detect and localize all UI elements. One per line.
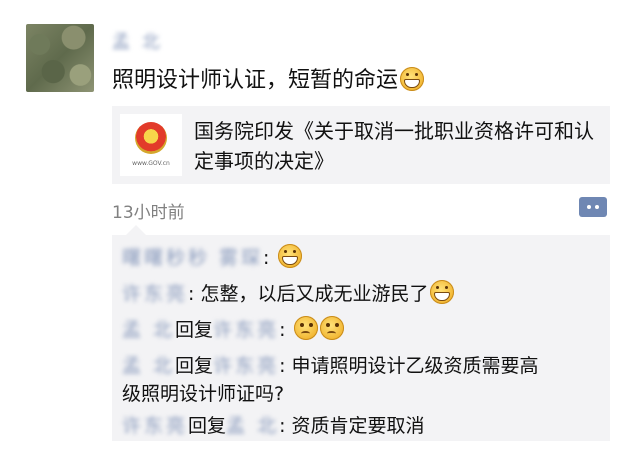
comment-text: 资质肯定要取消 bbox=[291, 415, 425, 437]
comment-row[interactable]: 曙曙秒秒 雾琛: bbox=[122, 243, 302, 270]
comment-separator: : bbox=[279, 355, 292, 377]
comment-row[interactable]: 许东亮回复孟 北: 资质肯定要取消 bbox=[122, 411, 425, 438]
comment-row[interactable]: 孟 北回复许东亮: bbox=[122, 315, 344, 342]
reply-word: 回复 bbox=[175, 319, 214, 341]
commenter-name[interactable]: 许东亮 bbox=[122, 279, 188, 306]
comment-text: 级照明设计师证吗? bbox=[122, 383, 285, 405]
comment-row[interactable]: 孟 北回复许东亮: 申请照明设计乙级资质需要高 bbox=[122, 351, 539, 378]
reply-word: 回复 bbox=[188, 415, 227, 437]
comment-text: 怎整，以后又成无业游民了 bbox=[200, 283, 429, 305]
reply-to-name[interactable]: 许东亮 bbox=[213, 351, 279, 378]
puzzled-icon bbox=[319, 316, 344, 340]
comment-separator: : bbox=[188, 283, 201, 305]
author-avatar[interactable] bbox=[26, 24, 94, 92]
shared-link-card[interactable]: www.GOV.cn 国务院印发《关于取消一批职业资格许可和认定事项的决定》 bbox=[112, 106, 610, 184]
comments-panel: 曙曙秒秒 雾琛: 许东亮: 怎整，以后又成无业游民了 孟 北回复许东亮: 孟 北… bbox=[112, 225, 610, 441]
comment-separator: : bbox=[279, 415, 292, 437]
comment-row[interactable]: 许东亮: 怎整，以后又成无业游民了 bbox=[122, 279, 455, 306]
national-emblem-icon bbox=[135, 122, 167, 154]
thumb-caption: www.GOV.cn bbox=[132, 160, 170, 167]
link-thumbnail: www.GOV.cn bbox=[120, 114, 182, 176]
grin-icon bbox=[430, 280, 455, 304]
post-timestamp: 13小时前 bbox=[112, 203, 185, 223]
grin-icon bbox=[400, 67, 425, 91]
reply-word: 回复 bbox=[175, 355, 214, 377]
comment-text: 申请照明设计乙级资质需要高 bbox=[291, 355, 539, 377]
puzzled-icon bbox=[293, 316, 318, 340]
commenter-name[interactable]: 曙曙秒秒 雾琛 bbox=[122, 243, 263, 270]
commenter-name[interactable]: 许东亮 bbox=[122, 411, 188, 438]
author-name[interactable]: 孟 北 bbox=[112, 28, 163, 54]
comment-action-icon[interactable] bbox=[579, 197, 607, 217]
reply-to-name[interactable]: 孟 北 bbox=[226, 411, 279, 438]
link-title: 国务院印发《关于取消一批职业资格许可和认定事项的决定》 bbox=[194, 119, 594, 173]
commenter-name[interactable]: 孟 北 bbox=[122, 351, 175, 378]
comment-separator: : bbox=[279, 319, 292, 341]
commenter-name[interactable]: 孟 北 bbox=[122, 315, 175, 342]
comment-separator: : bbox=[263, 247, 276, 269]
reply-to-name[interactable]: 许东亮 bbox=[213, 315, 279, 342]
comment-row-continued: 级照明设计师证吗? bbox=[122, 379, 284, 406]
post-text-content: 照明设计师认证，短暂的命运 bbox=[112, 68, 399, 93]
grin-icon bbox=[277, 244, 302, 268]
post-text: 照明设计师认证，短暂的命运 bbox=[112, 62, 425, 94]
